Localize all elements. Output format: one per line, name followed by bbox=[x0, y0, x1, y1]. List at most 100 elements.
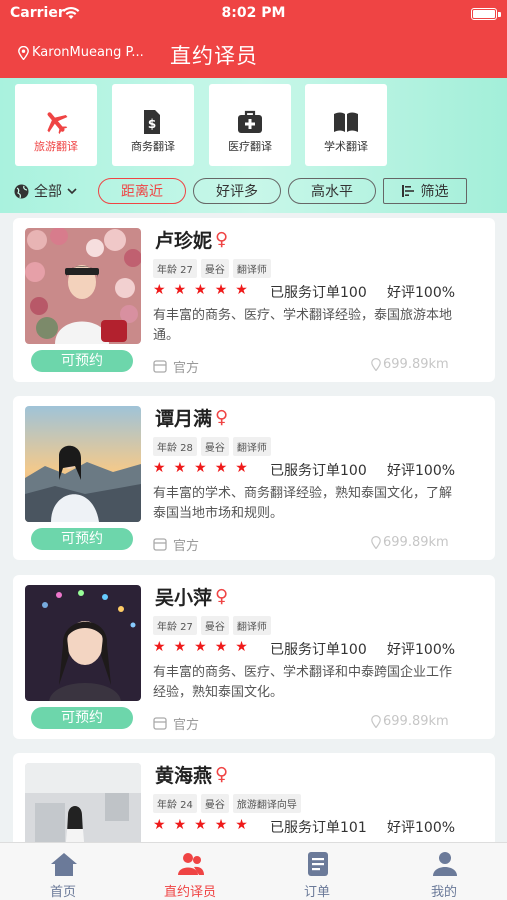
translator-card[interactable]: 可预约 卢珍妮 ♀ 年龄 27 曼谷 翻译师 ★ ★ ★ ★ ★ 已服务订单100 好评… bbox=[13, 218, 495, 382]
translators-icon bbox=[178, 853, 204, 875]
orders-count: 已服务订单100 bbox=[270, 642, 367, 658]
star-rating: ★ ★ ★ ★ ★ bbox=[153, 639, 248, 655]
tab-label: 订单 bbox=[303, 885, 330, 900]
translator-card[interactable]: 可预约 吴小萍 ♀ 年龄 27 曼谷 翻译师 ★ ★ ★ ★ ★ 已服务订单100 好评… bbox=[13, 575, 495, 739]
book-icon bbox=[334, 112, 358, 132]
battery-icon bbox=[471, 8, 497, 20]
star-icon: ★ bbox=[153, 817, 166, 833]
age-tag: 年龄 24 bbox=[153, 794, 197, 813]
region-label: 全部 bbox=[34, 184, 62, 200]
filter-bar: 全部 距离近 好评多 高水平 筛选 bbox=[0, 176, 507, 206]
star-icon: ★ bbox=[214, 460, 228, 476]
female-icon: ♀ bbox=[215, 763, 229, 785]
availability-badge[interactable]: 可预约 bbox=[31, 350, 133, 372]
location-pin-icon bbox=[18, 45, 29, 60]
availability-badge[interactable]: 可预约 bbox=[31, 528, 133, 550]
star-icon: ★ bbox=[194, 817, 207, 833]
star-icon: ★ bbox=[153, 282, 166, 298]
translator-name: 谭月满 bbox=[155, 408, 213, 430]
location-pin-icon bbox=[371, 536, 381, 549]
star-rating: ★ ★ ★ ★ ★ bbox=[153, 817, 248, 833]
svg-text:$: $ bbox=[148, 117, 156, 131]
city-tag: 曼谷 bbox=[200, 259, 229, 278]
star-icon: ★ bbox=[214, 817, 228, 833]
category-label: 医疗翻译 bbox=[228, 140, 272, 153]
orders-count: 已服务订单101 bbox=[270, 820, 367, 836]
filter-lines-icon bbox=[401, 185, 414, 197]
category-medical[interactable]: 医疗翻译 bbox=[209, 84, 291, 166]
translator-description: 有丰富的商务、医疗、学术翻译经验，泰国旅游本地通。 bbox=[153, 308, 453, 343]
role-tag: 翻译师 bbox=[232, 259, 271, 278]
orders-count: 已服务订单100 bbox=[270, 285, 367, 301]
tab-label: 首页 bbox=[49, 885, 76, 900]
airplane-icon bbox=[47, 112, 68, 135]
category-label: 旅游翻译 bbox=[34, 140, 78, 153]
location-selector[interactable]: KaronMueang P... bbox=[18, 45, 144, 60]
star-icon: ★ bbox=[173, 639, 187, 655]
dollar-document-icon: $ bbox=[144, 110, 160, 134]
star-rating: ★ ★ ★ ★ ★ bbox=[153, 460, 248, 476]
city-tag: 曼谷 bbox=[200, 437, 229, 456]
age-tag: 年龄 27 bbox=[153, 616, 197, 635]
star-icon: ★ bbox=[153, 639, 166, 655]
profile-icon bbox=[433, 852, 457, 876]
age-tag: 年龄 27 bbox=[153, 259, 197, 278]
region-dropdown[interactable]: 全部 bbox=[14, 181, 77, 201]
positive-rating: 好评100% bbox=[387, 642, 456, 658]
filter-button[interactable]: 筛选 bbox=[383, 178, 467, 204]
tag-list: 年龄 27 曼谷 翻译师 bbox=[153, 259, 271, 278]
role-tag: 翻译师 bbox=[232, 437, 271, 456]
distance-label: 699.89km bbox=[371, 535, 449, 550]
tag-list: 年龄 24 曼谷 旅游翻译向导 bbox=[153, 794, 301, 813]
female-icon: ♀ bbox=[215, 585, 229, 607]
tab-profile[interactable]: 我的 bbox=[381, 843, 507, 900]
status-bar: Carrier 8:02 PM bbox=[0, 0, 507, 28]
orders-count: 已服务订单100 bbox=[270, 463, 367, 479]
sort-distance-button[interactable]: 距离近 bbox=[98, 178, 186, 204]
city-tag: 曼谷 bbox=[200, 616, 229, 635]
official-label: 官方 bbox=[153, 535, 199, 554]
star-icon: ★ bbox=[153, 460, 166, 476]
category-label: 商务翻译 bbox=[131, 140, 175, 153]
star-icon: ★ bbox=[235, 639, 248, 655]
sort-level-button[interactable]: 高水平 bbox=[288, 178, 376, 204]
distance-label: 699.89km bbox=[371, 357, 449, 372]
translator-photo bbox=[25, 406, 141, 522]
translator-name: 黄海燕 bbox=[155, 765, 213, 787]
tab-translators[interactable]: 直约译员 bbox=[127, 843, 253, 900]
status-time: 8:02 PM bbox=[221, 5, 286, 21]
orders-icon bbox=[308, 852, 328, 876]
star-icon: ★ bbox=[235, 460, 248, 476]
official-label: 官方 bbox=[153, 357, 199, 376]
tag-list: 年龄 28 曼谷 翻译师 bbox=[153, 437, 271, 456]
category-business[interactable]: $ 商务翻译 bbox=[112, 84, 194, 166]
location-pin-icon bbox=[371, 358, 381, 371]
sort-rating-button[interactable]: 好评多 bbox=[193, 178, 281, 204]
tab-label: 直约译员 bbox=[163, 885, 216, 900]
star-icon: ★ bbox=[194, 282, 207, 298]
star-icon: ★ bbox=[214, 639, 228, 655]
shop-icon bbox=[153, 360, 167, 373]
filter-label: 筛选 bbox=[420, 184, 449, 200]
translator-photo bbox=[25, 585, 141, 701]
tab-home[interactable]: 首页 bbox=[0, 843, 126, 900]
category-academic[interactable]: 学术翻译 bbox=[305, 84, 387, 166]
globe-icon bbox=[14, 184, 29, 198]
distance-label: 699.89km bbox=[371, 714, 449, 729]
tag-list: 年龄 27 曼谷 翻译师 bbox=[153, 616, 271, 635]
location-label: KaronMueang P... bbox=[32, 45, 144, 60]
tab-label: 我的 bbox=[430, 885, 457, 900]
home-icon bbox=[51, 853, 77, 876]
female-icon: ♀ bbox=[215, 406, 229, 428]
nav-bar: KaronMueang P... 直约译员 bbox=[0, 28, 507, 78]
tab-orders[interactable]: 订单 bbox=[254, 843, 380, 900]
chevron-down-icon bbox=[67, 188, 77, 195]
positive-rating: 好评100% bbox=[387, 463, 456, 479]
availability-badge[interactable]: 可预约 bbox=[31, 707, 133, 729]
star-icon: ★ bbox=[235, 282, 248, 298]
translator-card[interactable]: 可预约 谭月满 ♀ 年龄 28 曼谷 翻译师 ★ ★ ★ ★ ★ 已服务订单100 好评… bbox=[13, 396, 495, 560]
star-icon: ★ bbox=[173, 817, 187, 833]
city-tag: 曼谷 bbox=[200, 794, 229, 813]
category-tourism[interactable]: 旅游翻译 bbox=[15, 84, 97, 166]
location-pin-icon bbox=[371, 715, 381, 728]
